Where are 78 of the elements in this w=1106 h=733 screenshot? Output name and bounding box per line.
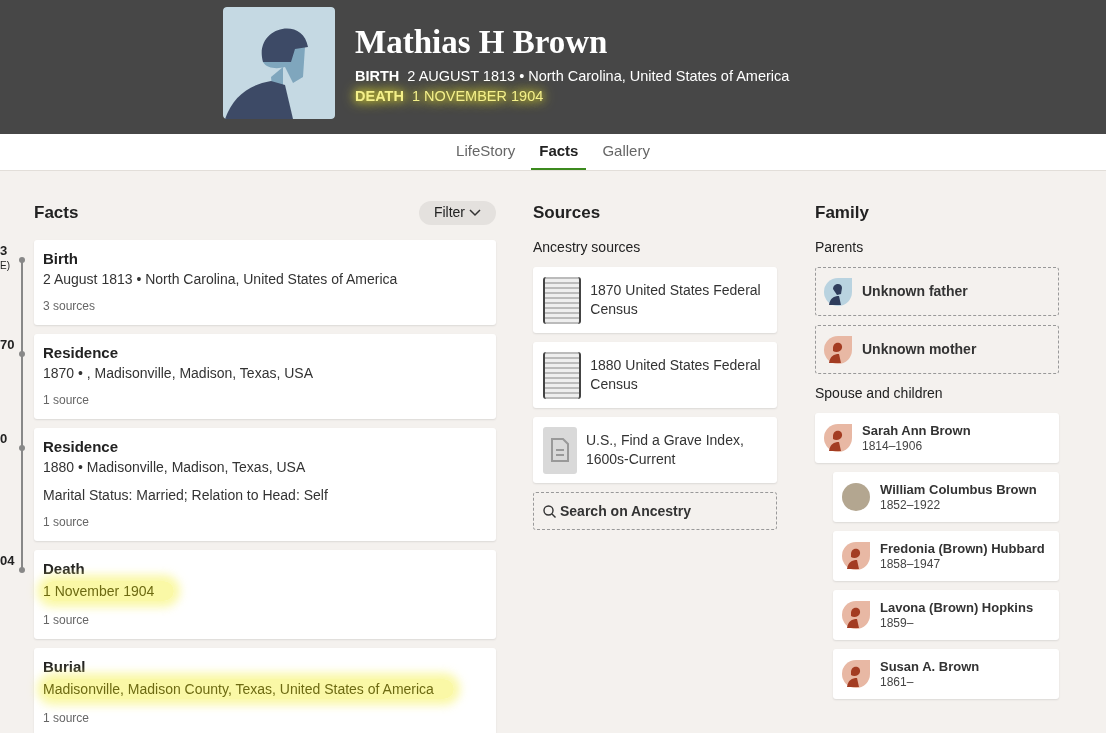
person-name: Lavona (Brown) Hopkins <box>880 599 1034 616</box>
person-name: Susan A. Brown <box>880 658 980 675</box>
photo-placeholder <box>842 483 870 511</box>
document-icon <box>550 438 569 462</box>
person-silhouette-icon <box>223 7 335 119</box>
fact-detail: 1880 • Madisonville, Madison, Texas, USA <box>43 458 307 477</box>
female-silhouette-icon <box>842 660 870 688</box>
source-count: 1 source <box>43 612 91 629</box>
timeline-year: 3 <box>0 243 8 259</box>
census-scan-thumbnail <box>543 276 582 324</box>
female-silhouette-icon <box>824 335 852 364</box>
source-count: 1 source <box>43 514 91 531</box>
caret-icon <box>469 208 481 217</box>
fact-title: Burial <box>43 658 87 676</box>
spouse-children-label: Spouse and children <box>815 384 944 403</box>
fact-note: Marital Status: Married; Relation to Head: Self <box>43 486 329 505</box>
parents-label: Parents <box>815 238 865 257</box>
parent-card[interactable]: Unknown mother <box>815 325 1059 374</box>
source-card[interactable]: 1870 United States Federal Census <box>533 267 777 333</box>
fact-card[interactable]: Residence 1880 • Madisonville, Madison, Texas, USA Marital Status: Married; Relation to Head: Self 1 source <box>34 428 496 541</box>
fact-title: Residence <box>43 438 120 456</box>
facts-heading: Facts <box>34 201 79 224</box>
fact-detail: 1870 • , Madisonville, Madison, Texas, USA <box>43 364 314 383</box>
source-title: 1870 United States Federal Census <box>590 281 762 319</box>
timeline-year: 04 <box>0 553 15 569</box>
sources-subheading: Ancestry sources <box>533 238 642 257</box>
fact-title: Residence <box>43 344 120 362</box>
tab[interactable]: Gallery <box>594 134 658 170</box>
search-icon <box>543 504 556 518</box>
child-card[interactable]: Susan A. Brown 1861– <box>833 649 1059 699</box>
female-silhouette-icon <box>824 424 852 452</box>
child-card[interactable]: Lavona (Brown) Hopkins 1859– <box>833 590 1059 640</box>
family-heading: Family <box>815 202 870 224</box>
source-title: U.S., Find a Grave Index, 1600s-Current <box>585 431 745 469</box>
fact-title: Birth <box>43 250 79 268</box>
timeline-year: E) <box>0 259 10 273</box>
source-count: 1 source <box>43 710 91 727</box>
person-name: Sarah Ann Brown <box>862 422 971 439</box>
fact-detail: Madisonville, Madison County, Texas, United States of America <box>43 679 454 699</box>
filter-button[interactable]: Filter <box>418 200 496 225</box>
child-card[interactable]: William Columbus Brown 1852–1922 <box>833 472 1059 522</box>
spouse-card[interactable]: Sarah Ann Brown 1814–1906 <box>815 413 1059 463</box>
fact-title: Death <box>43 560 86 578</box>
fact-card[interactable]: Residence 1870 • , Madisonville, Madison, Texas, USA 1 source <box>34 334 496 419</box>
female-silhouette-icon <box>842 542 870 570</box>
source-title: 1880 United States Federal Census <box>590 356 762 394</box>
fact-detail: 1 November 1904 <box>43 581 175 601</box>
timeline-year: 0 <box>0 431 8 447</box>
life-years: 1861– <box>880 675 915 690</box>
fact-card[interactable]: Burial Madisonville, Madison County, Texas, United States of America 1 source <box>34 648 496 733</box>
parent-name: Unknown father <box>862 282 968 301</box>
tab[interactable]: Facts <box>531 134 587 170</box>
tab[interactable]: LifeStory <box>448 134 524 170</box>
source-count: 3 sources <box>43 298 97 315</box>
life-years: 1859– <box>880 616 915 631</box>
search-button[interactable]: Search on Ancestry <box>533 492 777 530</box>
life-years: 1852–1922 <box>880 498 942 513</box>
census-scan-thumbnail <box>543 351 582 399</box>
person-name: Mathias H Brown <box>355 23 609 61</box>
sources-heading: Sources <box>533 202 602 224</box>
person-name: William Columbus Brown <box>880 481 1037 498</box>
fact-card[interactable]: Death 1 November 1904 1 source <box>34 550 496 639</box>
life-event: BIRTH 2 AUGUST 1813 • North Carolina, United States of America <box>355 67 790 86</box>
source-card[interactable]: 1880 United States Federal Census <box>533 342 777 408</box>
parent-card[interactable]: Unknown father <box>815 267 1059 316</box>
fact-detail: 2 August 1813 • North Carolina, United States of America <box>43 270 399 289</box>
person-name: Fredonia (Brown) Hubbard <box>880 540 1045 557</box>
fact-card[interactable]: Birth 2 August 1813 • North Carolina, United States of America 3 sources <box>34 240 496 325</box>
source-card[interactable]: U.S., Find a Grave Index, 1600s-Current <box>533 417 777 483</box>
male-silhouette-icon <box>824 277 852 306</box>
life-years: 1858–1947 <box>880 557 942 572</box>
timeline-year: 70 <box>0 337 15 353</box>
female-silhouette-icon <box>842 601 870 629</box>
source-count: 1 source <box>43 392 91 409</box>
child-card[interactable]: Fredonia (Brown) Hubbard 1858–1947 <box>833 531 1059 581</box>
life-event: DEATH 1 NOVEMBER 1904 <box>355 87 545 106</box>
life-years: 1814–1906 <box>862 439 924 454</box>
parent-name: Unknown mother <box>862 340 977 359</box>
